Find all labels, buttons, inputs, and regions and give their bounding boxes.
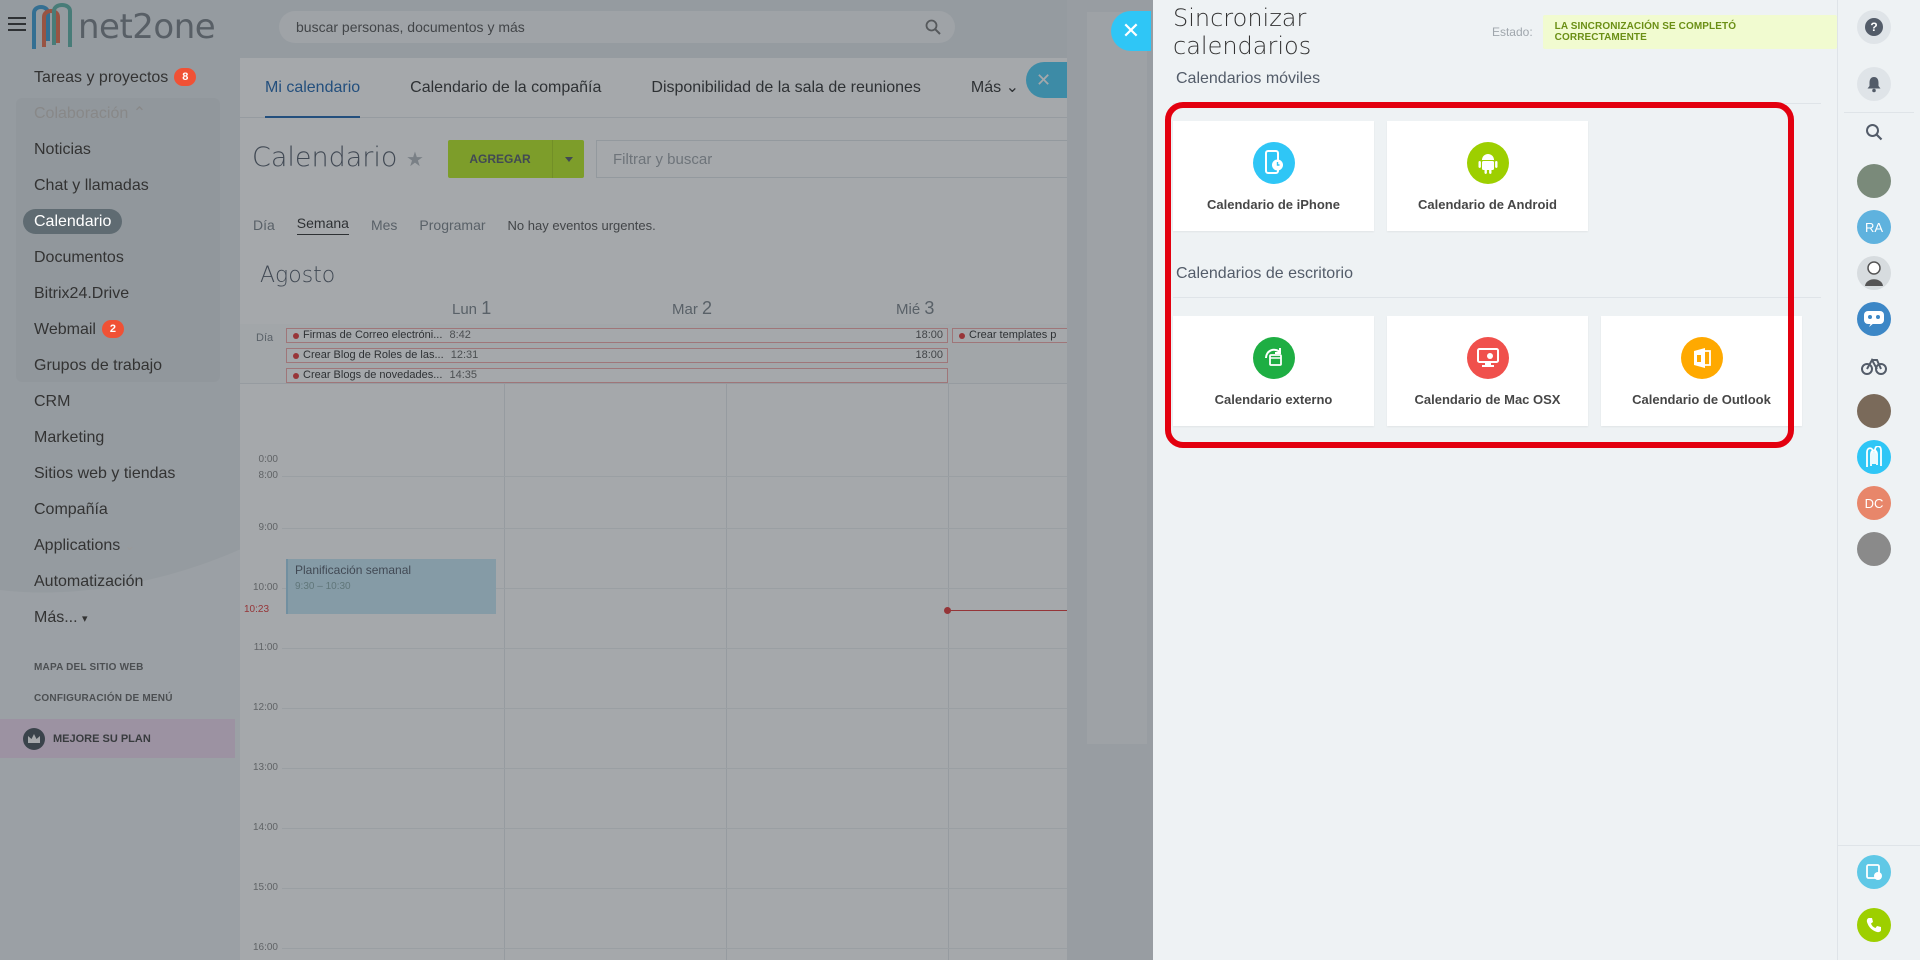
slider-title: Sincronizar calendarios: [1173, 4, 1312, 60]
dropdown-arrow-icon: ▾: [82, 613, 88, 625]
chevron-down-icon: ⌄: [124, 539, 135, 553]
close-slider-button[interactable]: ✕: [1111, 11, 1151, 51]
menu-item-label: Tareas y proyectos: [34, 69, 169, 86]
menu-item-label: Bitrix24.Drive: [34, 285, 130, 302]
menu-item-label: Sitios web y tiendas: [34, 465, 176, 482]
menu-item-label: Grupos de trabajo: [34, 357, 163, 374]
avatar-initials: DC: [1864, 495, 1884, 511]
search-icon[interactable]: [1857, 115, 1891, 149]
avatar[interactable]: [1857, 256, 1891, 290]
right-sidebar: ? RA DC: [1837, 0, 1920, 960]
close-icon: ✕: [1121, 18, 1141, 43]
menu-item-label: CRM: [34, 393, 71, 410]
avatar[interactable]: [1857, 164, 1891, 198]
screen-share-icon[interactable]: [1857, 855, 1891, 889]
divider: [1838, 845, 1920, 846]
menu-item-label: Más...: [34, 609, 78, 626]
avatar-initials: RA: [1864, 219, 1884, 235]
menu-item-label: Chat y llamadas: [34, 177, 149, 194]
status-badge: LA SINCRONIZACIÓN SE COMPLETÓ CORRECTAME…: [1542, 15, 1837, 49]
webmail-counter-badge: 2: [101, 320, 124, 338]
menu-item-label: Automatización: [34, 573, 144, 590]
menu-item-label: Documentos: [34, 249, 124, 266]
group-chat-icon[interactable]: [1857, 302, 1891, 336]
menu-item-label: Applications: [34, 537, 121, 554]
menu-item-label: Webmail: [34, 321, 96, 338]
status-label: Estado:: [1491, 25, 1533, 39]
avatar[interactable]: [1857, 394, 1891, 428]
avatar[interactable]: DC: [1857, 486, 1891, 520]
avatar[interactable]: [1857, 532, 1891, 566]
chevron-up-icon: ⌃: [132, 105, 147, 122]
menu-item-label: Marketing: [34, 429, 105, 446]
menu-item-label: Noticias: [34, 141, 91, 158]
mobile-section-heading: Calendarios móviles: [1176, 70, 1321, 87]
phone-icon[interactable]: [1857, 908, 1891, 942]
avatar[interactable]: RA: [1857, 210, 1891, 244]
divider: [1844, 112, 1914, 113]
bike-icon[interactable]: [1857, 348, 1891, 382]
menu-item-label: Compañía: [34, 501, 108, 518]
help-icon[interactable]: ?: [1857, 10, 1891, 44]
highlight-annotation: [1165, 102, 1794, 448]
slider-header: Sincronizar calendarios Estado: LA SINCR…: [1173, 4, 1837, 60]
tareas-counter-badge: 8: [174, 68, 197, 86]
menu-item-label: Calendario: [23, 209, 123, 234]
menu-group-label: Colaboración: [34, 105, 129, 122]
company-logo-avatar[interactable]: [1857, 440, 1891, 474]
notification-bell-icon[interactable]: [1857, 67, 1891, 101]
